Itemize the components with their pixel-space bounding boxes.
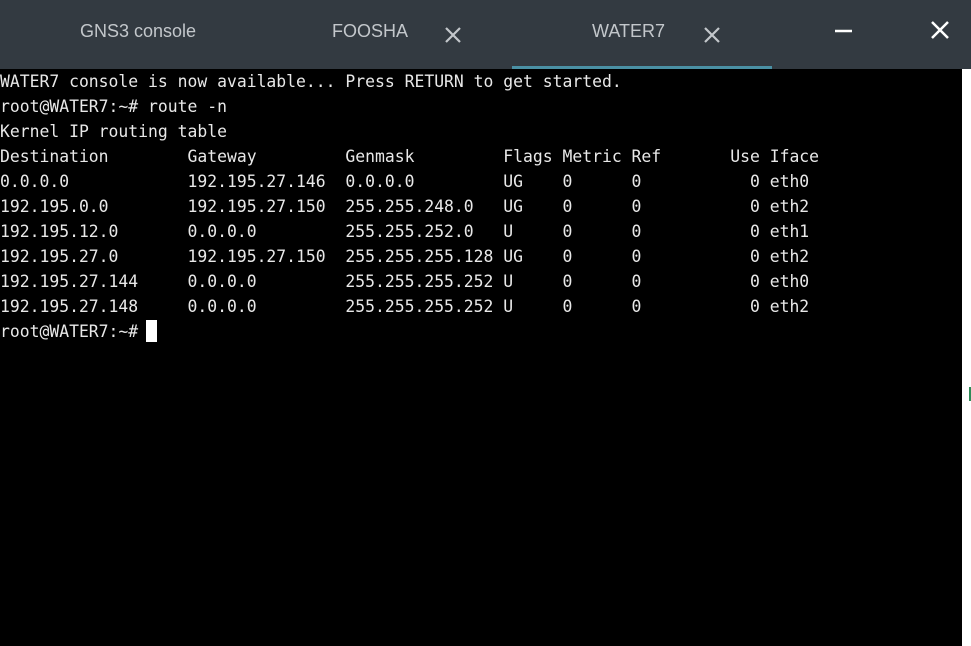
terminal-line: Kernel IP routing table [0,122,227,141]
tab-foosha[interactable]: FOOSHA [256,0,512,66]
close-icon[interactable] [702,25,722,45]
routing-table-row: 192.195.27.0 192.195.27.150 255.255.255.… [0,247,810,266]
tab-label: FOOSHA [332,21,409,41]
routing-table-header: Destination Gateway Genmask Flags Metric… [0,147,820,166]
tab-gns3-console[interactable]: GNS3 console [0,0,256,66]
close-icon [931,21,949,39]
terminal-output[interactable]: WATER7 console is now available... Press… [0,69,962,646]
routing-table-row: 192.195.0.0 192.195.27.150 255.255.248.0… [0,197,810,216]
tab-label: WATER7 [592,21,666,41]
terminal-line: root@WATER7:~# route -n [0,97,227,116]
close-icon[interactable] [443,25,463,45]
close-window-button[interactable] [924,14,956,46]
minimize-button[interactable] [827,14,859,46]
routing-table-row: 192.195.27.148 0.0.0.0 255.255.255.252 U… [0,297,810,316]
shell-prompt: root@WATER7:~# [0,322,139,341]
minimize-icon [835,29,852,33]
routing-table-row: 0.0.0.0 192.195.27.146 0.0.0.0 UG 0 0 0 … [0,172,810,191]
scrollbar[interactable] [962,69,971,646]
tab-bar: GNS3 console FOOSHA WATER7 [0,0,971,69]
text-cursor [146,320,158,342]
gns3-console-window: GNS3 console FOOSHA WATER7 WATER7 consol… [0,0,971,646]
routing-table: Destination Gateway Genmask Flags Metric… [0,144,962,319]
routing-table-row: 192.195.12.0 0.0.0.0 255.255.252.0 U 0 0… [0,222,810,241]
tab-label: GNS3 console [80,21,197,41]
routing-table-row: 192.195.27.144 0.0.0.0 255.255.255.252 U… [0,272,810,291]
tab-water7[interactable]: WATER7 [512,0,772,69]
terminal-line: WATER7 console is now available... Press… [0,72,622,91]
prompt-line: root@WATER7:~# [0,319,962,344]
